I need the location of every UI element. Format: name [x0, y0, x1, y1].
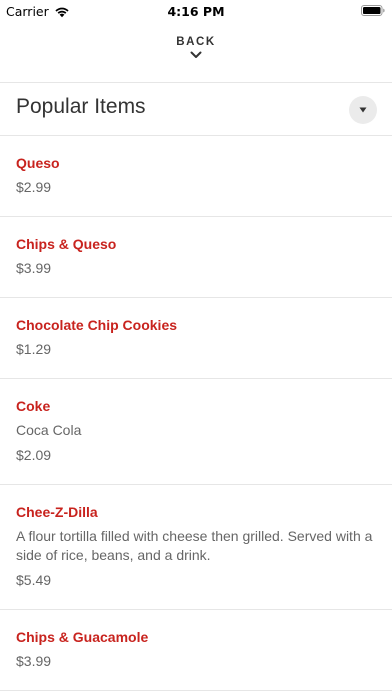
status-time: 4:16 PM [167, 4, 225, 19]
items-list: Queso $2.99 Chips & Queso $3.99 Chocolat… [0, 135, 392, 691]
menu-item-queso[interactable]: Queso $2.99 [0, 136, 392, 217]
back-label: BACK [176, 36, 216, 48]
menu-item-chee-z-dilla[interactable]: Chee-Z-Dilla A flour tortilla filled wit… [0, 485, 392, 610]
menu-item-chocolate-chip-cookies[interactable]: Chocolate Chip Cookies $1.29 [0, 298, 392, 379]
caret-down-icon [359, 107, 367, 113]
item-name: Queso [16, 155, 60, 171]
status-bar: Carrier 4:16 PM [0, 0, 392, 22]
item-price: $2.99 [16, 179, 52, 195]
menu-item-chips-guacamole[interactable]: Chips & Guacamole $3.99 [0, 610, 392, 691]
item-name: Coke [16, 398, 51, 414]
item-name: Chocolate Chip Cookies [16, 317, 178, 333]
item-name: Chips & Guacamole [16, 629, 149, 645]
item-price: $3.99 [16, 260, 52, 276]
item-description: A flour tortilla filled with cheese then… [16, 528, 373, 563]
back-button[interactable]: BACK [0, 36, 392, 78]
chevron-down-icon [190, 51, 202, 58]
item-description: Coca Cola [16, 422, 82, 438]
item-price: $2.09 [16, 447, 52, 463]
menu-item-coke[interactable]: Coke Coca Cola $2.09 [0, 379, 392, 485]
item-price: $1.29 [16, 341, 52, 357]
item-name: Chips & Queso [16, 236, 117, 252]
item-price: $3.99 [16, 653, 52, 669]
section-dropdown-button[interactable] [349, 96, 377, 124]
menu-item-chips-queso[interactable]: Chips & Queso $3.99 [0, 217, 392, 298]
section-title: Popular Items [16, 95, 146, 118]
item-name: Chee-Z-Dilla [16, 504, 98, 520]
battery-icon [361, 5, 385, 16]
screen: Carrier 4:16 PM BACK Popular Items Queso… [0, 0, 392, 696]
item-price: $5.49 [16, 572, 52, 588]
section-header: Popular Items [0, 83, 392, 135]
